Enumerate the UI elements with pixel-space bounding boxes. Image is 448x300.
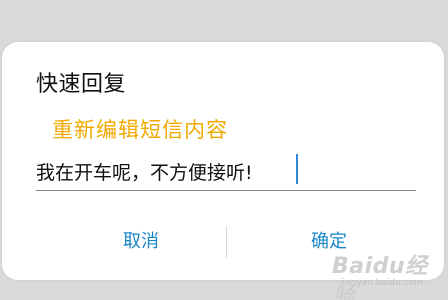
dialog-title: 快速回复 (36, 72, 127, 97)
reply-text-input[interactable]: 我在开车呢，不方便接听! (36, 150, 416, 191)
watermark-url: jingyan.baidu.com (340, 278, 424, 288)
edit-hint-annotation: 重新编辑短信内容 (52, 118, 228, 142)
reply-text-value: 我在开车呢，不方便接听! (36, 162, 253, 184)
screen: 快速回复 重新编辑短信内容 我在开车呢，不方便接听! 取消 确定 Baidu经验… (0, 0, 448, 300)
watermark-logo: Baidu经验 (332, 254, 428, 300)
baidu-watermark: Baidu经验 jingyan.baidu.com (332, 246, 444, 300)
button-divider (226, 226, 227, 258)
text-caret (296, 154, 298, 184)
cancel-button[interactable]: 取消 (66, 222, 216, 262)
